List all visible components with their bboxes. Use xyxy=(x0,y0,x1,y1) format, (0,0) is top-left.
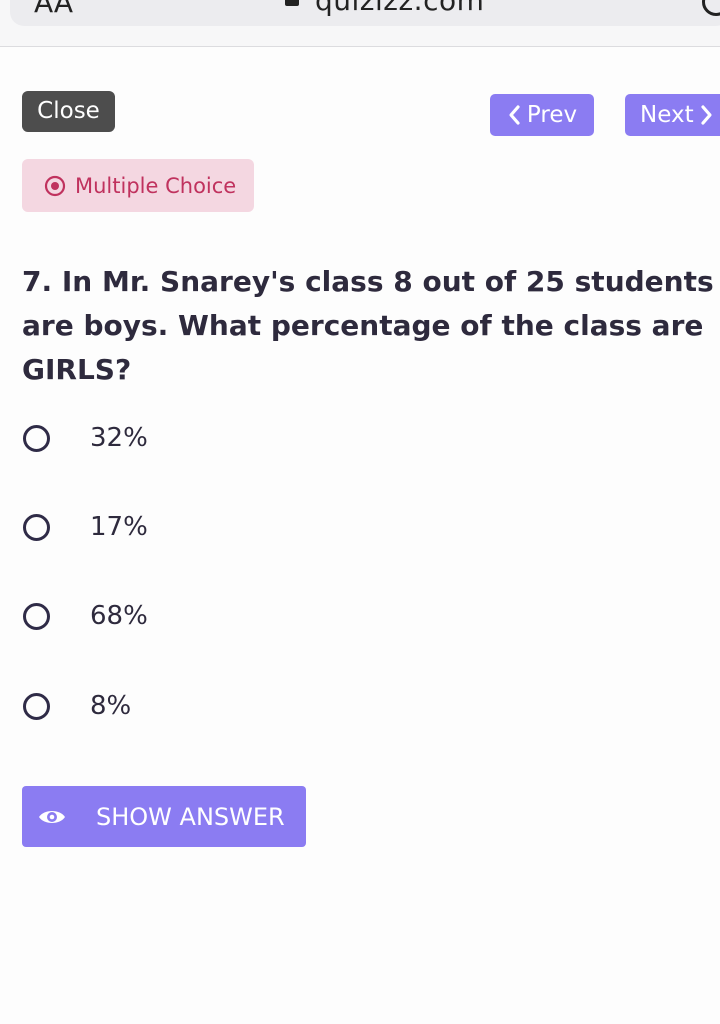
answer-option[interactable]: 17% xyxy=(22,507,322,547)
chevron-right-icon xyxy=(700,105,712,125)
radio-icon[interactable] xyxy=(23,424,50,452)
radio-icon[interactable] xyxy=(23,513,50,541)
answer-option[interactable]: 32% xyxy=(22,418,322,458)
option-label: 68% xyxy=(90,601,148,631)
chevron-left-icon xyxy=(509,105,520,125)
show-answer-label: SHOW ANSWER xyxy=(96,802,285,831)
radio-icon[interactable] xyxy=(23,602,50,630)
next-button[interactable]: Next xyxy=(625,94,720,136)
answer-option[interactable]: 8% xyxy=(22,686,322,726)
radio-icon[interactable] xyxy=(23,692,50,720)
next-label: Next xyxy=(640,102,694,128)
lock-icon xyxy=(285,0,299,6)
question-text: 7. In Mr. Snarey's class 8 out of 25 stu… xyxy=(22,265,714,386)
url-text[interactable]: quizizz.com xyxy=(315,0,484,17)
question-type-badge: Multiple Choice xyxy=(22,159,254,212)
eye-icon xyxy=(39,810,65,823)
browser-address-bar: AA quizizz.com xyxy=(0,0,720,47)
close-button[interactable]: Close xyxy=(22,91,115,132)
answer-option[interactable]: 68% xyxy=(22,596,322,636)
option-label: 8% xyxy=(90,691,132,721)
text-size-button[interactable]: AA xyxy=(34,0,73,19)
option-label: 17% xyxy=(90,512,148,542)
show-answer-button[interactable]: SHOW ANSWER xyxy=(22,786,306,847)
quiz-page: AA quizizz.com Close Prev Next Multiple … xyxy=(0,0,720,1024)
question-type-label: Multiple Choice xyxy=(75,173,237,198)
option-label: 32% xyxy=(90,423,148,453)
prev-button[interactable]: Prev xyxy=(490,94,594,136)
prev-label: Prev xyxy=(526,102,578,128)
radio-dot-icon xyxy=(44,175,66,196)
